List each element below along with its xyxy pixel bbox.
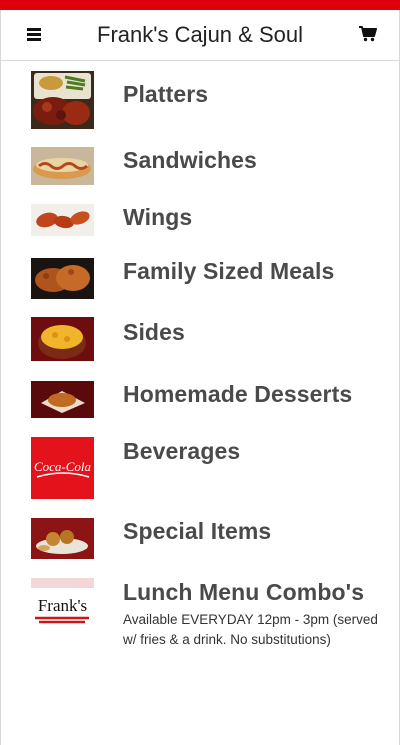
wings-photo [31, 204, 94, 236]
menu-item-label: Sides [123, 319, 185, 345]
fried-chicken-photo [31, 258, 94, 299]
menu-item-sides[interactable]: Sides [31, 317, 391, 361]
svg-text:Coca-Cola: Coca-Cola [34, 459, 92, 474]
menu-item-homemade-desserts[interactable]: Homemade Desserts [31, 381, 391, 418]
menu-item-label: Lunch Menu Combo's [123, 579, 365, 605]
svg-text:Frank's: Frank's [38, 596, 87, 615]
franks-logo: Frank's [31, 578, 94, 630]
menu-item-lunch-combos[interactable]: Frank's Lunch Menu Combo's Available EVE… [31, 578, 391, 678]
menu-item-beverages[interactable]: Coca-Cola Beverages [31, 437, 391, 499]
special-items-photo [31, 518, 94, 559]
app-header: Frank's Cajun & Soul [0, 10, 400, 61]
platter-photo [31, 71, 94, 129]
menu-item-description: Available EVERYDAY 12pm - 3pm (served w/… [123, 612, 378, 647]
menu-item-label: Family Sized Meals [123, 258, 335, 284]
menu-item-wings[interactable]: Wings [31, 204, 391, 236]
restaurant-title: Frank's Cajun & Soul [97, 22, 303, 47]
menu-item-label: Special Items [123, 518, 272, 544]
menu-item-label: Wings [123, 204, 193, 230]
menu-item-label: Platters [123, 81, 209, 107]
menu-item-family-sized-meals[interactable]: Family Sized Meals [31, 258, 391, 299]
menu-item-platters[interactable]: Platters [31, 71, 391, 129]
menu-item-special-items[interactable]: Special Items [31, 518, 391, 559]
coca-cola-logo: Coca-Cola [31, 437, 94, 499]
dessert-photo [31, 381, 94, 418]
menu-item-label: Beverages [123, 438, 241, 464]
menu-category-list: Platters Sandwiches Wings Family Sized M… [0, 61, 400, 745]
hamburger-menu-icon[interactable] [27, 28, 41, 41]
menu-item-label: Homemade Desserts [123, 381, 353, 407]
menu-item-sandwiches[interactable]: Sandwiches [31, 147, 391, 185]
sandwich-photo [31, 147, 94, 185]
mac-and-cheese-photo [31, 317, 94, 361]
menu-item-label: Sandwiches [123, 147, 257, 173]
shopping-cart-icon[interactable] [359, 26, 377, 42]
brand-top-bar [0, 0, 400, 10]
